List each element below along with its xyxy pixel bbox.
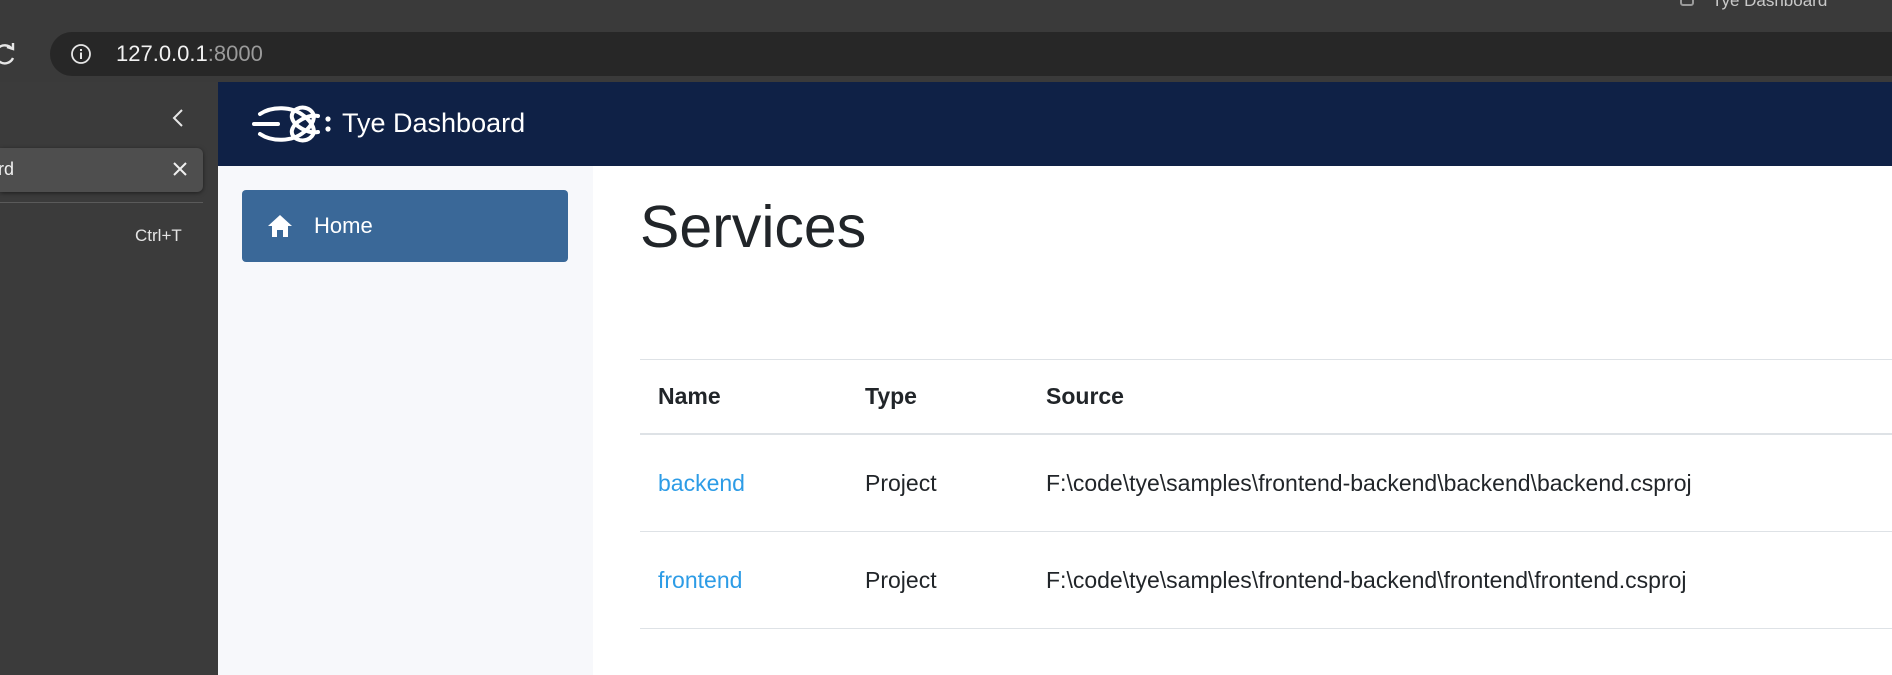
window-app-icon	[1680, 0, 1694, 6]
window-title: Tye Dashboard	[1712, 0, 1828, 10]
service-name-cell: backend	[640, 434, 847, 532]
service-link-frontend[interactable]: frontend	[658, 567, 742, 593]
brand-title[interactable]: Tye Dashboard	[342, 106, 525, 140]
url-host: 127.0.0.1	[116, 41, 208, 66]
table-header-row: Name Type Source	[640, 359, 1892, 435]
table-row: frontend Project F:\code\tye\samples\fro…	[640, 531, 1892, 629]
service-type-cell: Project	[847, 434, 1028, 532]
browser-title-strip: Tye Dashboard	[0, 0, 1892, 24]
column-header-source: Source	[1028, 359, 1892, 435]
column-header-name: Name	[640, 359, 847, 435]
page-viewport: Tye Dashboard Home Services Name Type So…	[218, 82, 1892, 675]
url-text[interactable]: 127.0.0.1:8000	[116, 42, 263, 66]
app-sidebar: Home	[218, 166, 593, 675]
new-tab-shortcut[interactable]: Ctrl+T	[135, 226, 182, 246]
vertical-tabs-panel: rd Ctrl+T	[0, 82, 218, 675]
service-name-cell: frontend	[640, 531, 847, 629]
page-title: Services	[640, 194, 867, 260]
url-port: :8000	[207, 41, 263, 66]
browser-toolbar: 127.0.0.1:8000	[0, 24, 1892, 82]
info-icon[interactable]	[70, 43, 92, 65]
nav-home-link[interactable]: Home	[242, 190, 568, 262]
chevron-left-icon[interactable]	[168, 107, 190, 129]
tab-title: rd	[0, 159, 15, 179]
table-row: backend Project F:\code\tye\samples\fron…	[640, 434, 1892, 532]
home-icon	[268, 215, 292, 237]
service-link-backend[interactable]: backend	[658, 470, 745, 496]
tye-logo-icon[interactable]	[252, 102, 336, 146]
app-header: Tye Dashboard	[218, 82, 1892, 166]
browser-tab[interactable]: rd	[0, 148, 203, 192]
reload-icon[interactable]	[0, 40, 20, 68]
service-type-cell: Project	[847, 531, 1028, 629]
service-source-cell: F:\code\tye\samples\frontend-backend\bac…	[1028, 434, 1892, 532]
address-bar[interactable]: 127.0.0.1:8000	[50, 32, 1892, 76]
divider	[0, 202, 203, 203]
column-header-type: Type	[847, 359, 1028, 435]
service-source-cell: F:\code\tye\samples\frontend-backend\fro…	[1028, 531, 1892, 629]
nav-home-label: Home	[314, 213, 373, 238]
services-table: Name Type Source backend Project F:\code…	[640, 359, 1892, 629]
close-icon[interactable]	[171, 160, 189, 178]
